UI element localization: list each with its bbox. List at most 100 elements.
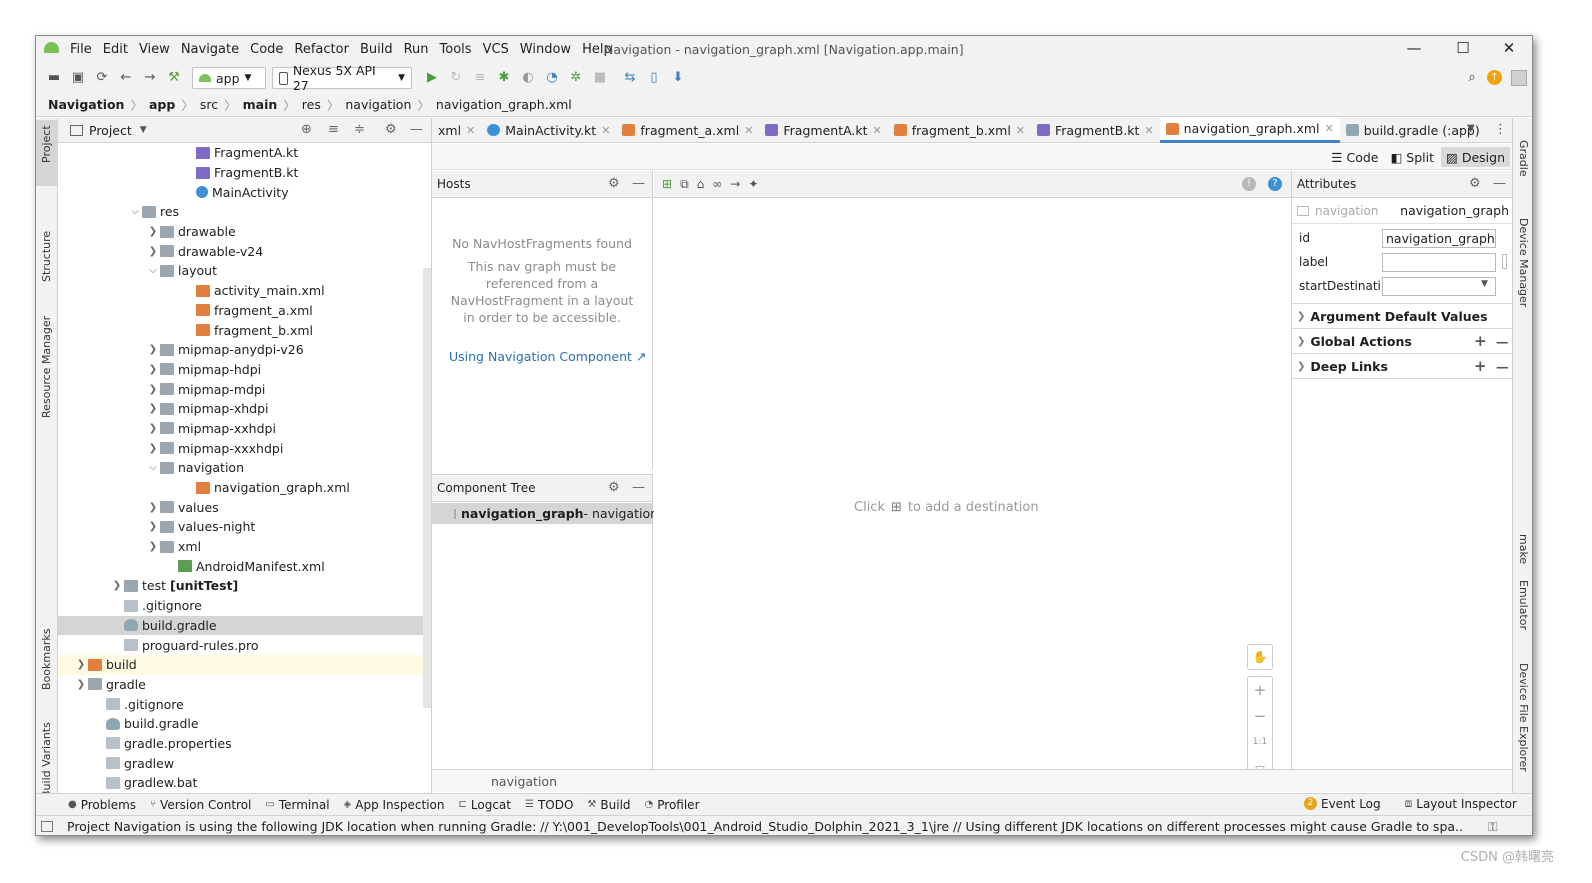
gradle-sync-icon[interactable]: ⇆	[622, 70, 638, 86]
tree-row[interactable]: ❯ test [unitTest]	[58, 576, 431, 596]
navigation-component-link[interactable]: Using Navigation Component ↗	[449, 349, 646, 364]
chevron-right-icon[interactable]: ❯	[146, 364, 160, 375]
tree-row[interactable]: navigation_graph.xml	[58, 478, 431, 498]
tree-row[interactable]: ❯ xml	[58, 537, 431, 557]
menu-run[interactable]: Run	[404, 42, 429, 57]
tool-window-todo[interactable]: ☰ TODO	[525, 798, 573, 812]
gear-icon[interactable]: ⚙	[1469, 176, 1481, 191]
home-icon[interactable]: ⌂	[697, 177, 705, 191]
editor-tab[interactable]: xml ✕	[432, 118, 481, 143]
hide-icon[interactable]: —	[632, 480, 645, 495]
id-field[interactable]: navigation_graph	[1382, 228, 1496, 248]
tree-row[interactable]: gradle.properties	[58, 734, 431, 754]
nested-graph-icon[interactable]: ⧉	[680, 177, 689, 192]
chevron-right-icon[interactable]: ❯	[146, 344, 160, 355]
debug-icon[interactable]: ✱	[496, 70, 512, 86]
editor-tab[interactable]: MainActivity.kt ✕	[481, 118, 616, 143]
add-action-icon[interactable]: →	[730, 177, 740, 191]
open-folder-icon[interactable]: ▬	[46, 70, 62, 86]
tree-row[interactable]: MainActivity	[58, 182, 431, 202]
stripe-device-file-explorer[interactable]: Device File Explorer	[1517, 663, 1530, 772]
tree-row[interactable]: build.gradle	[58, 615, 431, 636]
breadcrumb-item[interactable]: navigation	[345, 97, 411, 112]
close-tab-icon[interactable]: ✕	[744, 124, 753, 137]
breadcrumb-item[interactable]: navigation_graph.xml	[436, 97, 572, 112]
auto-arrange-icon[interactable]: ✦	[748, 177, 758, 191]
deep-link-icon[interactable]: ∞	[712, 177, 722, 191]
chevron-down-icon[interactable]: ⌵	[146, 462, 160, 473]
profile-icon[interactable]: ◔	[544, 70, 560, 86]
gear-icon[interactable]: ⚙	[385, 122, 397, 137]
run-icon[interactable]: ▶	[424, 70, 440, 86]
run-config-select[interactable]: app ▼	[192, 67, 266, 89]
tabs-overflow-icon[interactable]: ▼	[1467, 123, 1475, 134]
hide-icon[interactable]: —	[410, 122, 423, 137]
tool-window-logcat[interactable]: ⊏ Logcat	[459, 798, 511, 812]
menu-tools[interactable]: Tools	[440, 42, 472, 57]
tree-row[interactable]: ❯ mipmap-xxhdpi	[58, 419, 431, 439]
hide-icon[interactable]: —	[632, 176, 645, 191]
tree-row[interactable]: ⌵ res	[58, 202, 431, 222]
menu-code[interactable]: Code	[250, 42, 283, 57]
collapse-all-icon[interactable]: ≑	[354, 122, 365, 137]
tree-row[interactable]: fragment_b.xml	[58, 320, 431, 340]
locate-icon[interactable]: ⊕	[301, 122, 312, 137]
remove-icon[interactable]: —	[1496, 334, 1509, 349]
editor-tab[interactable]: FragmentA.kt ✕	[759, 118, 887, 143]
menu-build[interactable]: Build	[360, 42, 393, 57]
new-destination-icon[interactable]: ⊞	[662, 177, 672, 191]
code-mode-button[interactable]: ☰ Code	[1326, 147, 1383, 167]
tree-row[interactable]: ⌵ layout	[58, 261, 431, 281]
close-button[interactable]: ✕	[1486, 39, 1532, 61]
tree-row[interactable]: ❯ values-night	[58, 517, 431, 537]
apply-code-changes-icon[interactable]: ≡	[472, 70, 488, 86]
tree-row[interactable]: ❯ build	[58, 654, 431, 675]
resource-picker-icon[interactable]	[1502, 254, 1507, 269]
stripe-structure[interactable]: Structure	[40, 231, 53, 282]
warning-icon[interactable]: !	[1242, 177, 1256, 191]
event-log-button[interactable]: Event Log	[1321, 797, 1381, 811]
chevron-right-icon[interactable]: ❯	[74, 659, 88, 670]
tree-row[interactable]: activity_main.xml	[58, 281, 431, 301]
add-icon[interactable]: +	[1474, 357, 1487, 375]
remove-icon[interactable]: —	[1496, 359, 1509, 374]
component-tree-row[interactable]: navigation_graph - navigation	[432, 503, 658, 524]
attach-debugger-icon[interactable]: ✲	[568, 70, 584, 86]
update-icon[interactable]: ↑	[1487, 70, 1502, 85]
device-manager-icon[interactable]: ▯	[646, 70, 662, 86]
nav-design-canvas[interactable]: ⊞ ⧉ ⌂ ∞ → ✦ ! ? Click ⊞ to add a destina…	[654, 171, 1291, 783]
menu-view[interactable]: View	[139, 42, 170, 57]
tool-window-app-inspection[interactable]: ◈ App Inspection	[344, 798, 445, 812]
chevron-right-icon[interactable]: ❯	[146, 541, 160, 552]
chevron-right-icon[interactable]: ❯	[74, 679, 88, 690]
back-icon[interactable]: ←	[118, 70, 134, 86]
stripe-resource-manager[interactable]: Resource Manager	[40, 316, 53, 418]
tool-window-terminal[interactable]: ▭ Terminal	[265, 798, 329, 812]
zoom-actual-size[interactable]: 1:1	[1248, 729, 1272, 755]
zoom-out-icon[interactable]: −	[1248, 703, 1272, 729]
search-icon[interactable]: ⌕	[1464, 70, 1480, 86]
stripe-make[interactable]: make	[1517, 534, 1530, 564]
coverage-icon[interactable]: ◐	[520, 70, 536, 86]
lock-icon[interactable]: ⚿	[1488, 819, 1498, 835]
menu-vcs[interactable]: VCS	[483, 42, 509, 57]
gear-icon[interactable]: ⚙	[608, 176, 620, 191]
forward-icon[interactable]: →	[142, 70, 158, 86]
breadcrumb-item[interactable]: src	[200, 97, 218, 112]
tree-row[interactable]: proguard-rules.pro	[58, 635, 431, 655]
tree-row[interactable]: .gitignore	[58, 694, 431, 714]
stripe-gradle[interactable]: Gradle	[1517, 140, 1530, 177]
editor-tab[interactable]: fragment_b.xml ✕	[888, 118, 1031, 143]
chevron-right-icon[interactable]: ❯	[110, 580, 124, 591]
stripe-project[interactable]: Project	[40, 125, 53, 163]
menu-file[interactable]: File	[70, 42, 92, 57]
menu-navigate[interactable]: Navigate	[181, 42, 239, 57]
stripe-build-variants[interactable]: Build Variants	[40, 722, 53, 798]
tree-row[interactable]: build.gradle	[58, 714, 431, 734]
chevron-right-icon[interactable]: ❯	[146, 226, 160, 237]
breadcrumb-item[interactable]: main	[243, 97, 278, 112]
global-actions-section[interactable]: ❯ Global Actions + —	[1292, 329, 1512, 354]
tool-window-profiler[interactable]: ◔ Profiler	[645, 798, 700, 812]
tree-row[interactable]: ❯ drawable	[58, 222, 431, 242]
start-destination-select[interactable]	[1382, 276, 1496, 296]
